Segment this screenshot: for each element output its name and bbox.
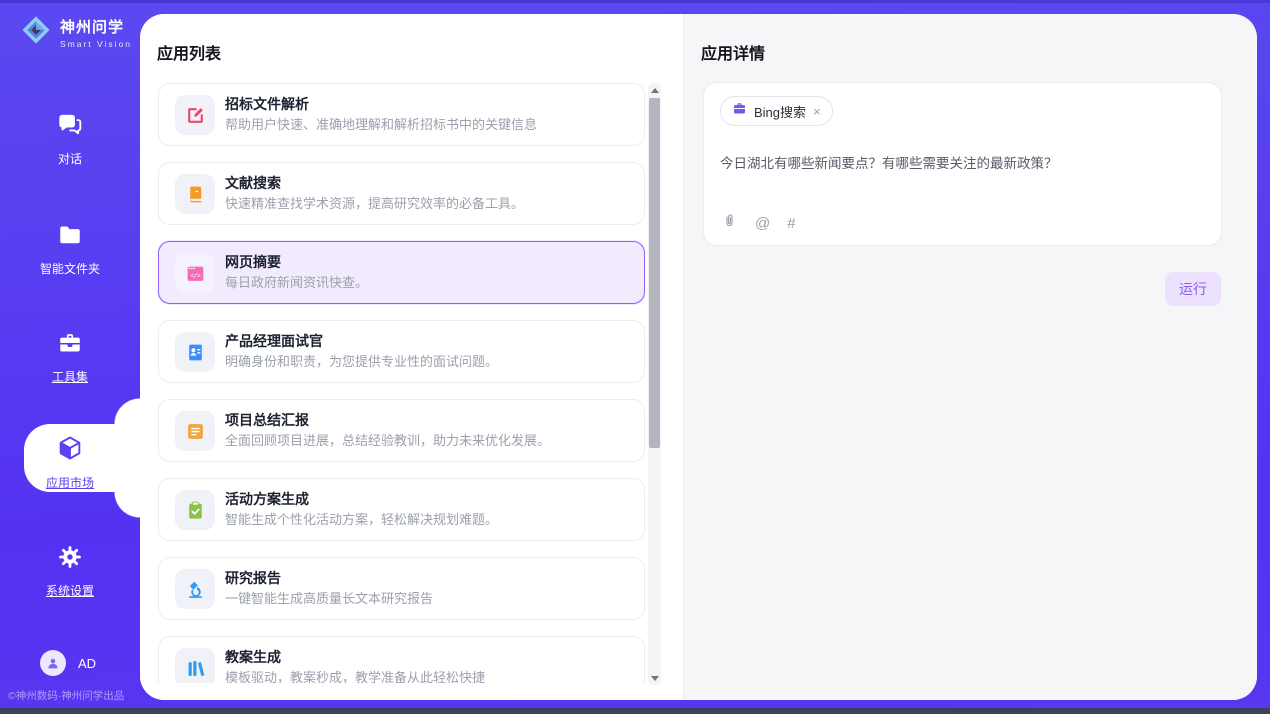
- app-card-desc: 明确身份和职责，为您提供专业性的面试问题。: [225, 351, 498, 370]
- app-card[interactable]: 教案生成 模板驱动，教案秒成，教学准备从此轻松快捷: [158, 636, 645, 683]
- app-card[interactable]: 文献搜索 快速精准查找学术资源，提高研究效率的必备工具。: [158, 162, 645, 225]
- app-card-list: 招标文件解析 帮助用户快速、准确地理解和解析招标书中的关键信息 文献搜索 快速精…: [158, 83, 645, 683]
- sidebar-item-chat[interactable]: 对话: [0, 112, 140, 167]
- books-icon: [175, 648, 215, 683]
- chat-icon: [57, 125, 83, 142]
- app-card-desc: 智能生成个性化活动方案，轻松解决规划难题。: [225, 509, 498, 528]
- scrollbar-thumb[interactable]: [649, 98, 660, 448]
- app-card[interactable]: 产品经理面试官 明确身份和职责，为您提供专业性的面试问题。: [158, 320, 645, 383]
- topic-icon[interactable]: #: [787, 215, 795, 232]
- gear-icon: [57, 557, 83, 574]
- query-text[interactable]: 今日湖北有哪些新闻要点？有哪些需要关注的最新政策？: [720, 152, 1205, 172]
- app-card-desc: 每日政府新闻资讯快查。: [225, 272, 368, 291]
- app-card-title: 文献搜索: [225, 173, 281, 193]
- toolbox-icon: [57, 343, 83, 360]
- active-nav-notch-bottom: [114, 492, 140, 518]
- app-detail-title: 应用详情: [701, 40, 765, 64]
- tool-tag-bing-search[interactable]: Bing搜索 ×: [720, 96, 833, 126]
- book-icon: [175, 174, 215, 214]
- app-card-title: 项目总结汇报: [225, 410, 309, 430]
- app-card-title: 研究报告: [225, 568, 281, 588]
- note-icon: [175, 411, 215, 451]
- app-card[interactable]: 招标文件解析 帮助用户快速、准确地理解和解析招标书中的关键信息: [158, 83, 645, 146]
- app-card-title: 教案生成: [225, 647, 281, 667]
- sidebar-item-label: 应用市场: [0, 474, 140, 491]
- app-list-pane: 应用列表 招标文件解析 帮助用户快速、准确地理解和解析招标书中的关键信息 文献搜…: [140, 14, 683, 700]
- mention-icon[interactable]: @: [755, 215, 770, 232]
- gem-logo-icon: [20, 14, 52, 51]
- sidebar-item-folders[interactable]: 智能文件夹: [0, 222, 140, 277]
- app-card-title: 网页摘要: [225, 252, 281, 272]
- brand-tagline: Smart Vision: [60, 39, 132, 49]
- main-panel: 应用列表 招标文件解析 帮助用户快速、准确地理解和解析招标书中的关键信息 文献搜…: [140, 14, 1257, 700]
- copyright-text: ©神州数码·神州问学出品: [8, 688, 124, 703]
- sidebar-item-label: 对话: [0, 150, 140, 167]
- briefcase-icon: [732, 101, 747, 121]
- app-card[interactable]: </> 网页摘要 每日政府新闻资讯快查。: [158, 241, 645, 304]
- sidebar-item-tools[interactable]: 工具集: [0, 330, 140, 385]
- app-card[interactable]: 活动方案生成 智能生成个性化活动方案，轻松解决规划难题。: [158, 478, 645, 541]
- user-initials: AD: [78, 656, 96, 671]
- app-card-title: 招标文件解析: [225, 94, 309, 114]
- sidebar-item-label: 智能文件夹: [0, 260, 140, 277]
- sidebar: 神州问学 Smart Vision 对话 智能文件夹 工具: [0, 0, 140, 714]
- scroll-down-button[interactable]: [648, 671, 661, 685]
- app-card[interactable]: 项目总结汇报 全面回顾项目进展，总结经验教训，助力未来优化发展。: [158, 399, 645, 462]
- cube-icon: [56, 449, 84, 466]
- user-account[interactable]: AD: [40, 650, 96, 676]
- app-card-desc: 快速精准查找学术资源，提高研究效率的必备工具。: [225, 193, 524, 212]
- active-nav-notch-top: [114, 398, 140, 424]
- app-list-title: 应用列表: [157, 40, 221, 64]
- app-card-desc: 模板驱动，教案秒成，教学准备从此轻松快捷: [225, 667, 485, 683]
- list-scrollbar[interactable]: [648, 83, 661, 685]
- sidebar-item-label: 系统设置: [0, 582, 140, 599]
- folder-icon: [57, 235, 83, 252]
- tool-tag-label: Bing搜索: [754, 102, 806, 121]
- sidebar-item-app-market[interactable]: 应用市场: [0, 434, 140, 491]
- app-card-desc: 全面回顾项目进展，总结经验教训，助力未来优化发展。: [225, 430, 550, 449]
- window-bottom-edge: [0, 708, 1270, 714]
- sidebar-item-settings[interactable]: 系统设置: [0, 544, 140, 599]
- app-card[interactable]: 研究报告 一键智能生成高质量长文本研究报告: [158, 557, 645, 620]
- triangle-up-icon: [651, 88, 659, 93]
- brand-name: 神州问学: [60, 19, 124, 36]
- interview-doc-icon: [175, 332, 215, 372]
- brand-logo: 神州问学 Smart Vision: [20, 14, 132, 51]
- app-card-desc: 一键智能生成高质量长文本研究报告: [225, 588, 433, 607]
- app-card-title: 产品经理面试官: [225, 331, 323, 351]
- triangle-down-icon: [651, 676, 659, 681]
- edit-square-icon: [175, 95, 215, 135]
- close-icon[interactable]: ×: [813, 105, 821, 118]
- window-top-edge: [0, 0, 1270, 3]
- microscope-icon: [175, 569, 215, 609]
- sidebar-item-label: 工具集: [0, 368, 140, 385]
- prompt-card: Bing搜索 × 今日湖北有哪些新闻要点？有哪些需要关注的最新政策？ @ #: [703, 82, 1222, 246]
- scroll-up-button[interactable]: [648, 83, 661, 97]
- svg-text:</>: </>: [190, 273, 201, 279]
- paperclip-icon[interactable]: [721, 212, 738, 234]
- clipboard-check-icon: [175, 490, 215, 530]
- app-card-title: 活动方案生成: [225, 489, 309, 509]
- web-code-icon: </>: [175, 253, 215, 293]
- app-detail-pane: 应用详情 Bing搜索 × 今日湖北有哪些新闻要点？有哪些需要关注的最新政策？: [683, 14, 1257, 700]
- input-toolbar: @ #: [721, 212, 796, 234]
- user-avatar-icon: [40, 650, 66, 676]
- app-card-desc: 帮助用户快速、准确地理解和解析招标书中的关键信息: [225, 114, 537, 133]
- run-button[interactable]: 运行: [1165, 272, 1221, 306]
